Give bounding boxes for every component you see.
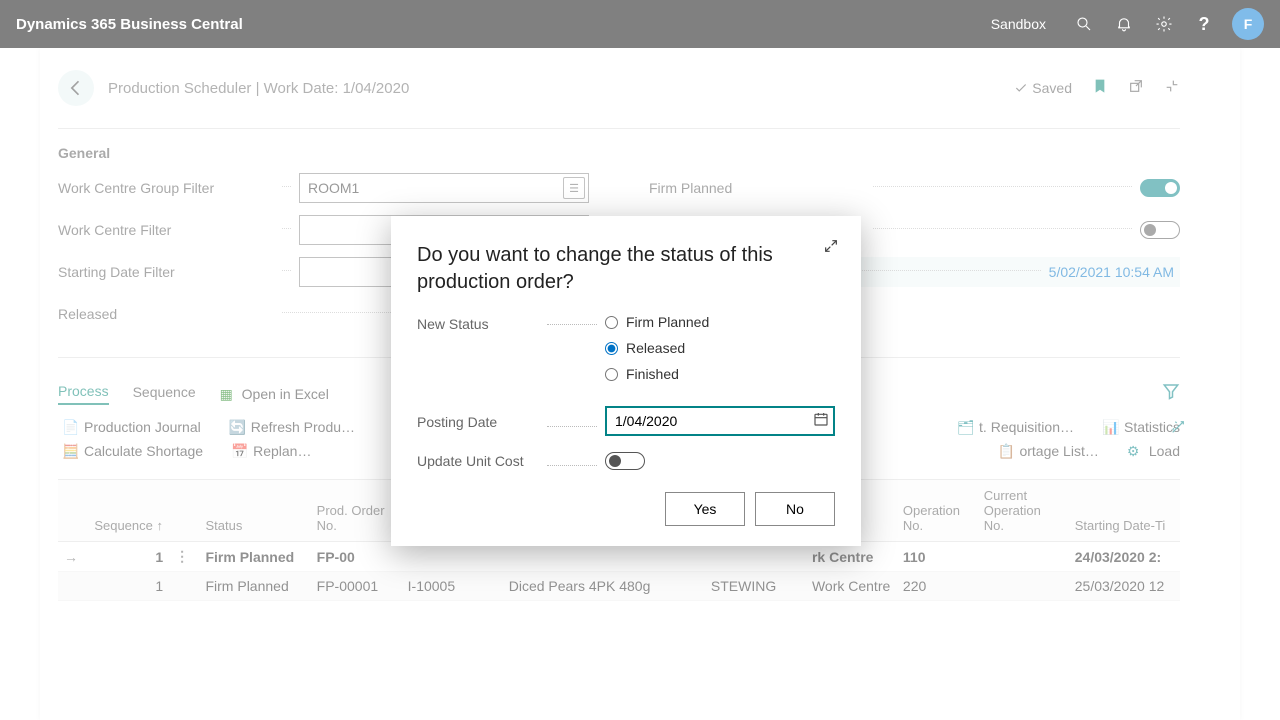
calendar-icon[interactable] [813, 411, 829, 432]
radio-firm-planned[interactable]: Firm Planned [605, 314, 835, 330]
dialog-title: Do you want to change the status of this… [417, 242, 835, 296]
radio-released[interactable]: Released [605, 340, 835, 356]
yes-button[interactable]: Yes [665, 492, 745, 526]
update-unit-cost-toggle[interactable] [605, 452, 645, 470]
no-button[interactable]: No [755, 492, 835, 526]
change-status-dialog: Do you want to change the status of this… [391, 216, 861, 546]
update-unit-cost-label: Update Unit Cost [417, 451, 547, 469]
posting-date-label: Posting Date [417, 412, 547, 430]
posting-date-input[interactable] [605, 406, 835, 436]
new-status-label: New Status [417, 314, 547, 332]
new-status-radio-group: Firm Planned Released Finished [605, 314, 835, 392]
expand-icon[interactable] [823, 238, 839, 259]
radio-finished[interactable]: Finished [605, 366, 835, 382]
